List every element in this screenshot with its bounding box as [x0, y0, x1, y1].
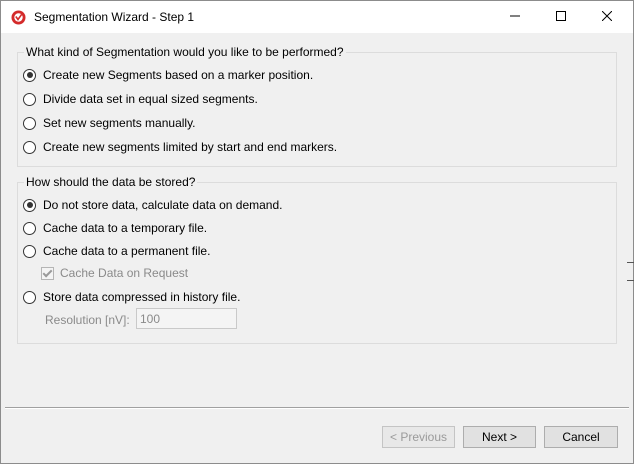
- radio-button[interactable]: [23, 116, 36, 130]
- radio-button[interactable]: [23, 221, 36, 235]
- title-bar[interactable]: Segmentation Wizard - Step 1: [1, 1, 633, 33]
- radio-permanent-file[interactable]: Cache data to a permanent file.: [23, 244, 210, 258]
- radio-button[interactable]: [23, 140, 36, 154]
- close-button[interactable]: [584, 1, 630, 33]
- cancel-button[interactable]: Cancel: [544, 426, 618, 448]
- app-logo-icon: [11, 10, 26, 25]
- radio-label: Cache data to a temporary file.: [43, 221, 208, 235]
- radio-label: Divide data set in equal sized segments.: [43, 92, 258, 106]
- background-window-edge: [627, 262, 634, 263]
- radio-button[interactable]: [23, 198, 36, 212]
- previous-button[interactable]: < Previous: [382, 426, 455, 448]
- window-title: Segmentation Wizard - Step 1: [34, 10, 195, 24]
- radio-label: Create new segments limited by start and…: [43, 140, 338, 154]
- footer-separator: [5, 407, 629, 409]
- radio-manual[interactable]: Set new segments manually.: [23, 116, 196, 130]
- radio-do-not-store[interactable]: Do not store data, calculate data on dem…: [23, 198, 283, 212]
- minimize-icon: [510, 10, 520, 24]
- checkbox-label: Cache Data on Request: [60, 266, 189, 280]
- minimize-button[interactable]: [492, 1, 538, 33]
- cache-on-request-checkbox[interactable]: [41, 266, 54, 280]
- radio-start-end-markers[interactable]: Create new segments limited by start and…: [23, 140, 337, 154]
- radio-button[interactable]: [23, 290, 36, 304]
- close-icon: [601, 10, 613, 24]
- maximize-icon: [556, 10, 566, 24]
- radio-equal-sized[interactable]: Divide data set in equal sized segments.: [23, 92, 258, 106]
- radio-button[interactable]: [23, 68, 36, 82]
- cache-on-request-checkbox-row[interactable]: Cache Data on Request: [41, 266, 188, 280]
- radio-label: Create new Segments based on a marker po…: [43, 68, 314, 82]
- radio-label: Set new segments manually.: [43, 116, 196, 130]
- wizard-window: Segmentation Wizard - Step 1 What kind o…: [0, 0, 634, 464]
- resolution-input[interactable]: 100: [136, 308, 237, 329]
- storage-group-legend: How should the data be stored?: [24, 175, 198, 189]
- radio-label: Cache data to a permanent file.: [43, 244, 211, 258]
- radio-marker-position[interactable]: Create new Segments based on a marker po…: [23, 68, 313, 82]
- radio-button[interactable]: [23, 244, 36, 258]
- next-button[interactable]: Next >: [463, 426, 536, 448]
- radio-label: Store data compressed in history file.: [43, 290, 241, 304]
- radio-label: Do not store data, calculate data on dem…: [43, 198, 283, 212]
- maximize-button[interactable]: [538, 1, 584, 33]
- radio-temporary-file[interactable]: Cache data to a temporary file.: [23, 221, 207, 235]
- radio-button[interactable]: [23, 92, 36, 106]
- radio-history-file[interactable]: Store data compressed in history file.: [23, 290, 240, 304]
- resolution-label: Resolution [nV]:: [45, 313, 130, 327]
- segmentation-group-legend: What kind of Segmentation would you like…: [24, 45, 346, 59]
- background-window-edge: [627, 280, 634, 281]
